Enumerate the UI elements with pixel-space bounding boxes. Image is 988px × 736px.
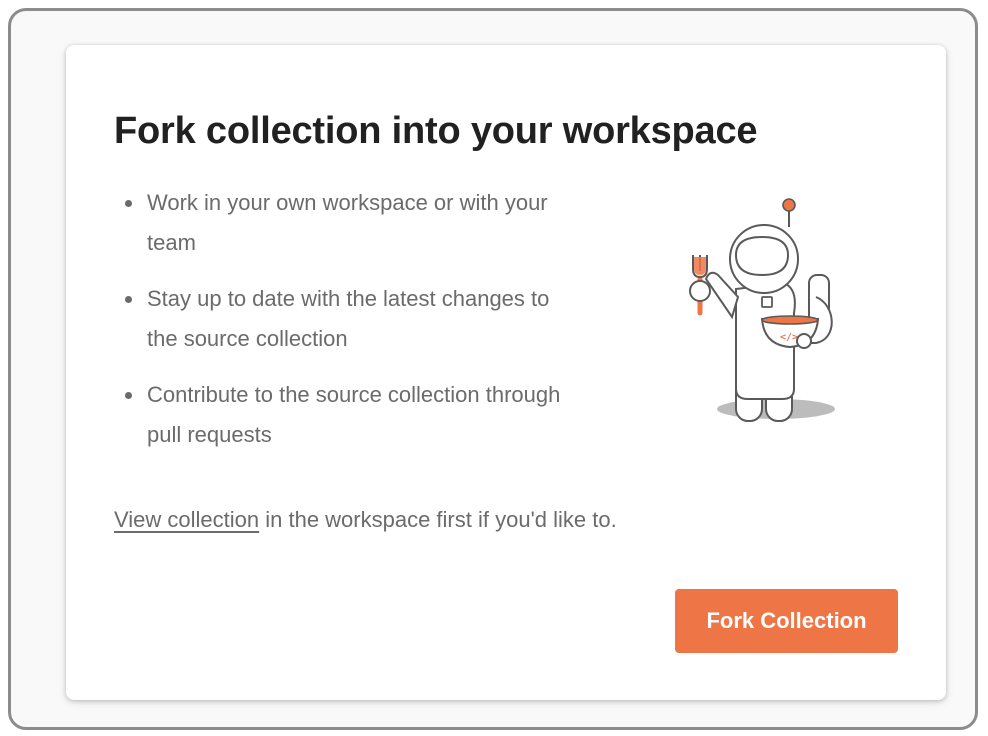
view-collection-note-text: in the workspace first if you'd like to.: [259, 507, 617, 532]
astronaut-illustration-icon: </>: [689, 198, 835, 422]
dialog-title: Fork collection into your workspace: [114, 110, 758, 152]
benefit-item-contribute: Contribute to the source collection thro…: [125, 375, 567, 455]
view-collection-note: View collection in the workspace first i…: [114, 500, 617, 540]
svg-text:</>: </>: [780, 332, 798, 343]
benefit-item-own-workspace: Work in your own workspace or with your …: [125, 183, 567, 263]
fork-collection-dialog: Fork collection into your workspace Work…: [66, 45, 946, 700]
benefit-item-stay-updated: Stay up to date with the latest changes …: [125, 279, 567, 359]
window-frame: Fork collection into your workspace Work…: [8, 8, 978, 730]
fork-collection-button[interactable]: Fork Collection: [675, 589, 898, 653]
view-collection-link[interactable]: View collection: [114, 507, 259, 532]
benefits-list: Work in your own workspace or with your …: [121, 183, 567, 471]
